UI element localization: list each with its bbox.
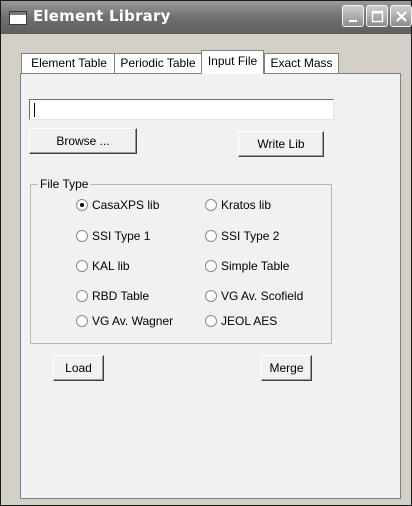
radio-indicator bbox=[205, 315, 217, 327]
radio-label: SSI Type 2 bbox=[221, 229, 280, 243]
close-button[interactable] bbox=[390, 5, 412, 27]
write-lib-button[interactable]: Write Lib bbox=[238, 131, 324, 157]
file-path-input[interactable] bbox=[29, 99, 334, 120]
browse-button[interactable]: Browse ... bbox=[29, 128, 137, 154]
file-type-label: File Type bbox=[38, 177, 91, 191]
radio-indicator bbox=[205, 199, 217, 211]
load-button[interactable]: Load bbox=[53, 355, 104, 381]
tab-exact-mass[interactable]: Exact Mass bbox=[264, 53, 339, 73]
window-icon bbox=[9, 11, 27, 25]
radio-indicator bbox=[76, 260, 88, 272]
radio-indicator bbox=[205, 260, 217, 272]
radio-indicator bbox=[76, 290, 88, 302]
radio-label: Simple Table bbox=[221, 259, 290, 273]
element-library-window: Element Library Element Table Periodic T… bbox=[0, 0, 412, 506]
radio-label: VG Av. Wagner bbox=[92, 314, 174, 328]
radio-indicator bbox=[76, 315, 88, 327]
tab-periodic-table[interactable]: Periodic Table bbox=[114, 53, 202, 73]
minimize-icon bbox=[349, 20, 357, 22]
radio-label: CasaXPS lib bbox=[92, 198, 160, 212]
close-icon bbox=[396, 11, 407, 22]
window-title: Element Library bbox=[33, 7, 171, 25]
radio-label: RBD Table bbox=[92, 289, 150, 303]
radio-label: VG Av. Scofield bbox=[221, 289, 304, 303]
radio-indicator bbox=[76, 230, 88, 242]
radio-label: SSI Type 1 bbox=[92, 229, 151, 243]
radio-indicator bbox=[205, 290, 217, 302]
maximize-button[interactable] bbox=[366, 5, 388, 27]
title-bar[interactable]: Element Library bbox=[1, 1, 412, 34]
text-caret bbox=[34, 103, 35, 117]
maximize-icon bbox=[371, 10, 384, 23]
radio-label: KAL lib bbox=[92, 259, 130, 273]
minimize-button[interactable] bbox=[342, 5, 364, 27]
tab-input-file[interactable]: Input File bbox=[201, 50, 264, 74]
tab-element-table[interactable]: Element Table bbox=[21, 53, 117, 73]
radio-label: JEOL AES bbox=[221, 314, 278, 328]
radio-indicator bbox=[205, 230, 217, 242]
radio-indicator-checked bbox=[76, 199, 88, 211]
merge-button[interactable]: Merge bbox=[261, 355, 312, 381]
radio-label: Kratos lib bbox=[221, 198, 272, 212]
